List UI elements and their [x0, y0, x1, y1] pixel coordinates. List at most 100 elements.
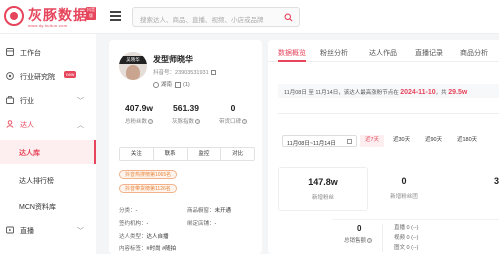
stat-value: 561.39	[173, 103, 199, 113]
avatar-face	[126, 65, 140, 80]
copy-icon[interactable]	[210, 70, 216, 76]
sidebar-subitem-label: 达人排行榜	[19, 178, 54, 185]
sidebar: 工作台 行业研究院 new 行业 ﹀ 达人 ︿ 达人库 达人排行榜 MCN资料库…	[0, 34, 96, 254]
hot-search-rank-tag[interactable]: 抖音热搜榜第1065名	[119, 170, 178, 179]
total-sales-value: 0	[357, 224, 362, 233]
influencer-id: 抖音号：23903531931	[153, 68, 216, 76]
stat-followers: 407.9w 总粉丝数?	[115, 103, 163, 125]
sales-row-live: 直播 0 (--)	[394, 225, 419, 231]
range-90d-button[interactable]: 近90天	[420, 135, 447, 147]
tab-live-records[interactable]: 直播记录	[415, 48, 443, 58]
info-bound-store: 绑定店铺：-	[187, 221, 217, 227]
range-7d-button[interactable]: 近7天	[360, 135, 385, 147]
tab-works[interactable]: 达人作品	[369, 48, 397, 58]
sidebar-item-label: 工作台	[20, 50, 41, 57]
sidebar-subitem-mcn-library[interactable]: MCN资料库	[0, 194, 96, 218]
follow-button[interactable]: 关注	[120, 148, 154, 160]
divider	[382, 224, 383, 252]
metric-label: 新增粉丝团	[390, 194, 418, 200]
metric-value: 0	[401, 176, 407, 186]
search-icon[interactable]	[284, 13, 293, 22]
tab-fans-analysis[interactable]: 粉丝分析	[320, 48, 348, 58]
metric-card-new-fan-club: 0 新增粉丝团	[360, 167, 448, 211]
sidebar-item-workbench[interactable]: 工作台	[0, 40, 96, 64]
sales-row-video: 视频 0 (--)	[394, 235, 419, 241]
influencer-profile-card: 吴晓华 发型师晓华 抖音号：23903531931 湖南 (1) 407.9w 总…	[109, 40, 262, 254]
divider	[278, 113, 499, 114]
top-bar: 灰豚数据 抖音版 www.dy.huitun.com 搜索达人、商品、直播、视频…	[0, 0, 499, 34]
sidebar-item-label: 行业	[20, 98, 34, 105]
fan-growth-summary: 11月08日 至 11月14日，该达人最高涨粉节点在 2024-11-10，共 …	[278, 84, 499, 98]
sales-rank-tag[interactable]: 抖音带货榜第1126名	[119, 184, 177, 193]
compare-button[interactable]: 对比	[221, 148, 254, 160]
metric-value: 3	[494, 176, 499, 186]
info-influencer-type: 达人类型：达人自播	[119, 234, 169, 240]
sidebar-item-label: 行业研究院	[20, 74, 55, 81]
brand-logo[interactable]: 灰豚数据 抖音版 www.dy.huitun.com	[4, 4, 102, 30]
chevron-down-icon: ﹀	[77, 98, 84, 105]
sidebar-item-industry[interactable]: 行业 ﹀	[0, 88, 96, 112]
info-shop-window: 商品橱窗：未开通	[187, 208, 232, 214]
metric-card-new-fans: 147.8w 新增粉丝	[278, 167, 368, 211]
sidebar-subitem-label: 达人库	[19, 150, 40, 157]
chevron-down-icon: ﹀	[77, 228, 84, 235]
share-icon[interactable]	[175, 81, 182, 88]
sales-summary: 0 总销售额? 直播 0 (--) 视频 0 (--) 图文 0 (--)	[332, 219, 499, 254]
tab-overview[interactable]: 数据概览	[278, 48, 306, 62]
metric-card-third: 3	[452, 167, 499, 211]
tab-product-analysis[interactable]: 商品分析	[460, 48, 488, 58]
influencer-location: 湖南 (1)	[153, 80, 190, 88]
sidebar-subitem-label: MCN资料库	[19, 204, 56, 211]
research-icon	[6, 72, 14, 80]
stat-label: 总粉丝数?	[124, 119, 153, 125]
peak-gain: 29.5w	[448, 89, 468, 96]
avatar[interactable]: 吴晓华	[119, 52, 147, 80]
help-icon[interactable]: ?	[195, 119, 200, 125]
person-icon	[6, 120, 14, 128]
sidebar-subitem-influencer-ranking[interactable]: 达人排行榜	[0, 168, 96, 192]
logo-mark-icon	[4, 6, 24, 26]
sidebar-subitem-influencer-library[interactable]: 达人库	[0, 140, 96, 164]
peak-date: 2024-11-10	[400, 89, 436, 96]
stat-label: 带货口碑?	[218, 119, 247, 125]
info-content-tags: 内容标签：#时尚 #随拍	[119, 246, 177, 252]
info-agency: 签约机构：-	[119, 221, 149, 227]
chevron-up-icon: ︿	[77, 122, 84, 129]
sidebar-item-live[interactable]: 直播 ﹀	[0, 218, 96, 242]
metric-value: 147.8w	[308, 177, 338, 187]
monitor-button[interactable]: 监控	[188, 148, 222, 160]
sidebar-item-research[interactable]: 行业研究院 new	[0, 64, 96, 88]
search-input[interactable]: 搜索达人、商品、直播、视频、小店或品牌	[132, 7, 300, 27]
search-placeholder: 搜索达人、商品、直播、视频、小店或品牌	[140, 17, 264, 24]
range-180d-button[interactable]: 近180天	[452, 135, 482, 147]
calendar-icon	[347, 139, 352, 144]
info-category: 分类：-	[119, 208, 138, 214]
brand-url: www.dy.huitun.com	[28, 23, 68, 28]
help-icon[interactable]: ?	[367, 238, 373, 244]
sidebar-item-label: 达人	[20, 122, 34, 129]
profile-actions: 关注 联系 监控 对比	[119, 147, 255, 161]
new-badge: new	[64, 71, 77, 78]
contact-button[interactable]: 联系	[154, 148, 188, 160]
location-icon	[153, 81, 159, 88]
date-range-picker[interactable]: 11月08日~11月14日	[282, 135, 357, 147]
influencer-name: 发型师晓华	[153, 55, 193, 64]
stat-reputation: 0 带货口碑?	[209, 103, 257, 125]
brand-badge: 抖音版	[86, 7, 96, 20]
industry-icon	[6, 96, 14, 104]
range-30d-button[interactable]: 近30天	[388, 135, 415, 147]
help-icon[interactable]: ?	[148, 119, 153, 125]
stat-value: 407.9w	[125, 103, 153, 113]
location-text: 湖南	[161, 82, 173, 88]
date-range-value: 11月08日~11月14日	[287, 141, 336, 147]
sidebar-item-influencer[interactable]: 达人 ︿	[0, 112, 96, 136]
summary-text: 11月08日 至 11月14日，该达人最高涨粉节点在 2024-11-10，共 …	[284, 89, 468, 96]
metric-label: 新增粉丝	[311, 195, 334, 201]
menu-toggle-icon[interactable]	[110, 11, 121, 21]
avatar-badge: 吴晓华	[119, 56, 147, 64]
id-value: 23903531931	[175, 70, 209, 76]
sidebar-item-label: 直播	[20, 228, 34, 235]
tab-bar: 数据概览 粉丝分析 达人作品 直播记录 商品分析	[268, 40, 499, 62]
brand-name: 灰豚数据	[28, 7, 88, 23]
help-icon[interactable]: ?	[242, 119, 247, 125]
